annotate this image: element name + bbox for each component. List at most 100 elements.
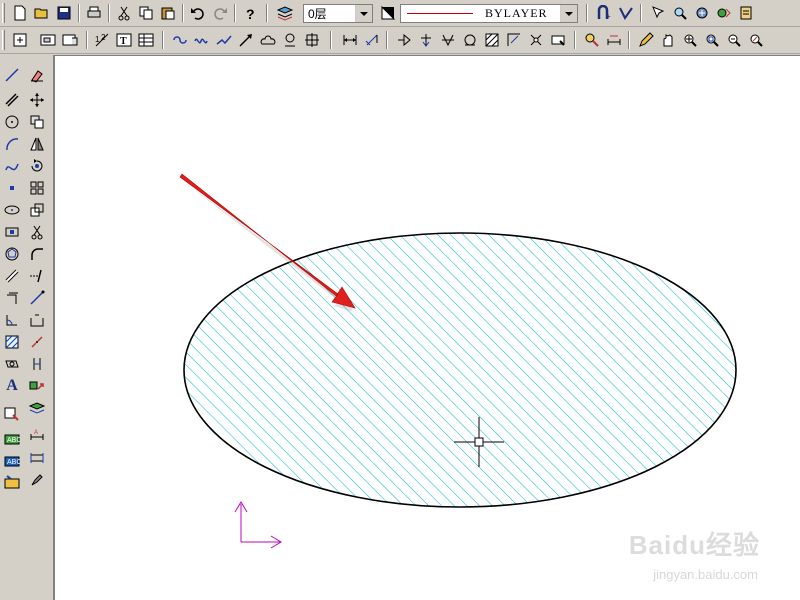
separator (162, 31, 164, 49)
move-icon[interactable] (27, 90, 47, 110)
canvas-svg (179, 173, 737, 549)
insert-block-icon[interactable] (2, 404, 22, 424)
dim-override-icon[interactable] (548, 30, 568, 50)
layer-select[interactable]: 0层 (303, 4, 373, 23)
hatch-icon[interactable] (2, 332, 22, 352)
symbol-icon[interactable] (280, 30, 300, 50)
copy-icon[interactable] (136, 3, 156, 23)
tolerance-icon[interactable] (438, 30, 458, 50)
block-attribute-icon[interactable]: ABC (2, 428, 22, 448)
rotate-icon[interactable] (27, 156, 47, 176)
save-icon[interactable] (54, 3, 74, 23)
multiline-icon[interactable] (2, 90, 22, 110)
spline-icon[interactable] (2, 156, 22, 176)
select-all-icon[interactable] (10, 30, 30, 50)
toolbar-grip[interactable] (2, 3, 5, 23)
distance-icon[interactable] (604, 30, 624, 50)
layers-icon[interactable] (275, 3, 295, 23)
offset-icon[interactable] (27, 354, 47, 374)
text-number-icon[interactable]: 12 (92, 30, 112, 50)
pan-realtime-icon[interactable] (648, 3, 668, 23)
separator (86, 31, 88, 49)
text-icon[interactable]: A (2, 376, 22, 396)
trim-icon[interactable] (27, 222, 47, 242)
design-center-icon[interactable] (714, 3, 734, 23)
pencil-icon[interactable] (636, 30, 656, 50)
snap-to-icon[interactable]: + (594, 3, 614, 23)
undo-icon[interactable] (188, 3, 208, 23)
hatch-edit-icon[interactable] (482, 30, 502, 50)
linetype-select[interactable]: BYLAYER (400, 4, 578, 23)
angle-icon[interactable] (2, 310, 22, 330)
array-icon[interactable] (27, 178, 47, 198)
copy-object-icon[interactable] (27, 112, 47, 132)
rectangle-icon[interactable] (2, 222, 22, 242)
layer-match-icon[interactable] (27, 398, 47, 418)
brush-icon[interactable] (27, 470, 47, 490)
wave-line-icon[interactable] (192, 30, 212, 50)
donut-icon[interactable] (2, 266, 22, 286)
table-icon[interactable] (136, 30, 156, 50)
properties-icon[interactable] (692, 3, 712, 23)
chevron-down-icon[interactable] (355, 5, 372, 22)
break-line-icon[interactable] (214, 30, 234, 50)
point-icon[interactable] (2, 178, 22, 198)
polygon-icon[interactable] (2, 244, 22, 264)
zoom-extents-icon[interactable] (724, 30, 744, 50)
toolbar-grip[interactable] (2, 30, 5, 50)
ellipse-icon[interactable] (2, 200, 22, 220)
block-save-icon[interactable] (2, 472, 22, 492)
line-icon[interactable] (2, 65, 22, 85)
tool-palette-icon[interactable] (736, 3, 756, 23)
redo-icon[interactable] (210, 3, 230, 23)
linear-dimension-icon[interactable] (340, 30, 360, 50)
dim-break-icon[interactable]: A (27, 426, 47, 446)
break-icon[interactable] (27, 310, 47, 330)
insert-block-icon[interactable] (60, 30, 80, 50)
polyline-icon[interactable] (2, 288, 22, 308)
open-file-icon[interactable] (32, 3, 52, 23)
print-icon[interactable] (84, 3, 104, 23)
fillet-icon[interactable] (27, 244, 47, 264)
polyline-arc-icon[interactable] (170, 30, 190, 50)
paste-icon[interactable] (158, 3, 178, 23)
dim-style-icon[interactable] (504, 30, 524, 50)
center-mark-icon[interactable] (302, 30, 322, 50)
datum-icon[interactable] (460, 30, 480, 50)
region-icon[interactable] (2, 354, 22, 374)
stretch-icon[interactable] (27, 288, 47, 308)
zoom-realtime-icon[interactable] (670, 3, 690, 23)
dim-text-icon[interactable] (416, 30, 436, 50)
pan-icon[interactable] (658, 30, 678, 50)
zoom-realtime-icon[interactable] (680, 30, 700, 50)
extend-icon[interactable] (27, 266, 47, 286)
track-icon[interactable] (616, 3, 636, 23)
block-icon[interactable] (38, 30, 58, 50)
arc-icon[interactable] (2, 134, 22, 154)
help-icon[interactable]: ? (240, 3, 260, 23)
hatch-fill[interactable] (184, 233, 736, 507)
mirror-icon[interactable] (27, 134, 47, 154)
zoom-previous-icon[interactable] (746, 30, 766, 50)
arrow-leader-icon[interactable] (236, 30, 256, 50)
scale-icon[interactable] (27, 200, 47, 220)
color-control-icon[interactable] (378, 3, 398, 23)
dim-space-icon[interactable] (27, 448, 47, 468)
match-properties-icon[interactable] (27, 376, 47, 396)
cut-icon[interactable] (114, 3, 134, 23)
drawing-canvas[interactable]: Baidu经验 jingyan.baidu.com (54, 55, 800, 600)
block-edit-icon[interactable]: ABC (2, 450, 22, 470)
new-file-icon[interactable] (10, 3, 30, 23)
edit-dim-icon[interactable] (394, 30, 414, 50)
circle-icon[interactable] (2, 112, 22, 132)
svg-text:A: A (34, 430, 38, 436)
dim-update-icon[interactable] (526, 30, 546, 50)
zoom-window-icon[interactable] (702, 30, 722, 50)
erase-icon[interactable] (27, 65, 47, 85)
text-style-icon[interactable]: T (114, 30, 134, 50)
chamfer-icon[interactable] (27, 332, 47, 352)
cloud-line-icon[interactable] (258, 30, 278, 50)
chevron-down-icon[interactable] (560, 5, 577, 22)
aligned-dimension-icon[interactable] (362, 30, 382, 50)
measure-icon[interactable] (582, 30, 602, 50)
